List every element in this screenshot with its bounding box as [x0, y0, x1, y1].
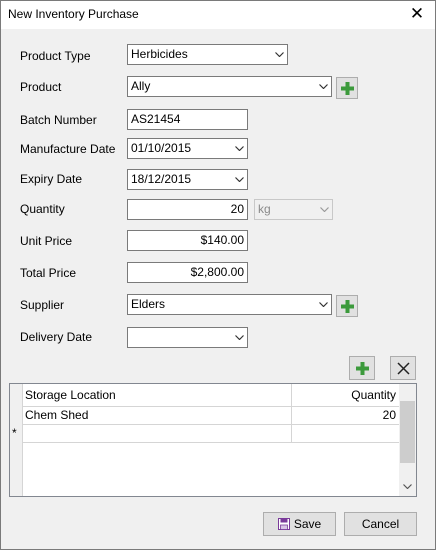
expiry-date-picker[interactable]: 18/12/2015 [127, 169, 248, 190]
unit-price-label: Unit Price [20, 234, 73, 248]
row-divider [23, 442, 400, 443]
save-button[interactable]: Save [263, 512, 336, 536]
expiry-date-value: 18/12/2015 [131, 172, 192, 186]
unit-value: kg [258, 202, 271, 216]
quantity-input[interactable]: 20 [127, 199, 248, 220]
chevron-down-icon [319, 302, 328, 307]
manufacture-date-label: Manufacture Date [20, 142, 116, 156]
product-label: Product [20, 80, 62, 94]
column-header-quantity[interactable]: Quantity [293, 384, 396, 406]
product-type-value: Herbicides [131, 47, 188, 61]
cancel-button[interactable]: Cancel [344, 512, 417, 536]
expiry-date-label: Expiry Date [20, 172, 83, 186]
batch-number-label: Batch Number [20, 113, 97, 127]
chevron-down-icon [235, 335, 244, 340]
chevron-down-icon [320, 207, 329, 212]
unit-price-input[interactable]: $140.00 [127, 230, 248, 251]
quantity-label: Quantity [20, 202, 65, 216]
product-type-label: Product Type [20, 49, 91, 63]
product-value: Ally [131, 79, 151, 93]
table-row-quantity[interactable]: 20 [293, 406, 396, 424]
manufacture-date-value: 01/10/2015 [131, 141, 192, 155]
product-select[interactable]: Ally [127, 76, 332, 97]
column-divider [291, 384, 292, 442]
title-bar: New Inventory Purchase ✕ [1, 1, 435, 29]
close-icon [397, 362, 410, 375]
chevron-down-icon [319, 84, 328, 89]
add-supplier-button[interactable] [336, 295, 358, 317]
vertical-scrollbar[interactable] [399, 384, 416, 496]
add-product-button[interactable] [336, 77, 358, 99]
plus-icon [341, 82, 354, 95]
unit-select[interactable]: kg [254, 199, 333, 220]
scrollbar-thumb[interactable] [400, 401, 415, 463]
total-price-input[interactable]: $2,800.00 [127, 262, 248, 283]
storage-grid[interactable]: Storage Location Quantity Chem Shed 20 * [9, 383, 417, 497]
supplier-label: Supplier [20, 298, 65, 312]
table-row-location[interactable]: Chem Shed [25, 406, 88, 424]
delivery-date-picker[interactable] [127, 327, 248, 348]
new-row-marker: * [12, 426, 17, 440]
chevron-down-icon [275, 52, 284, 57]
delete-row-button[interactable] [390, 356, 416, 380]
chevron-down-icon[interactable] [403, 478, 412, 492]
batch-number-input[interactable]: AS21454 [127, 109, 248, 130]
delivery-date-label: Delivery Date [20, 330, 93, 344]
save-button-label: Save [293, 517, 322, 531]
close-icon[interactable]: ✕ [407, 4, 427, 24]
add-row-button[interactable] [349, 356, 375, 380]
supplier-value: Elders [131, 297, 166, 311]
product-type-select[interactable]: Herbicides [127, 44, 288, 65]
chevron-down-icon [235, 177, 244, 182]
manufacture-date-picker[interactable]: 01/10/2015 [127, 138, 248, 159]
plus-icon [341, 300, 354, 313]
column-header-storage-location[interactable]: Storage Location [25, 384, 116, 406]
window-title: New Inventory Purchase [8, 7, 139, 21]
save-icon [277, 515, 290, 537]
total-price-label: Total Price [20, 266, 77, 280]
plus-icon [356, 362, 369, 375]
row-divider [23, 424, 400, 425]
supplier-select[interactable]: Elders [127, 294, 332, 315]
chevron-down-icon [235, 146, 244, 151]
